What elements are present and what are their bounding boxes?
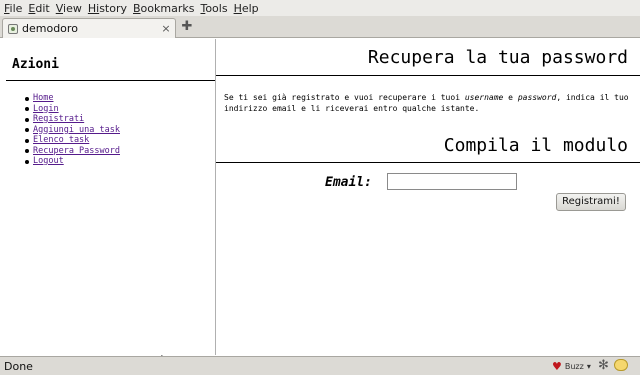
title-divider: [216, 75, 640, 76]
tab-title: demodoro: [22, 22, 78, 35]
nav-link-elenco-task[interactable]: Elenco task: [33, 135, 89, 145]
nav-item-recupera-password: Recupera Password: [25, 146, 120, 157]
menu-file-label: ile: [9, 1, 23, 15]
menu-file[interactable]: File: [4, 2, 22, 15]
chat-bubble-icon[interactable]: [614, 359, 628, 371]
menu-bar: File Edit View History Bookmarks Tools H…: [0, 0, 640, 16]
intro-text: Se ti sei già registrato e vuoi recupera…: [224, 93, 634, 114]
menu-bookmarks-label: ookmarks: [140, 1, 195, 15]
menu-view[interactable]: View: [56, 2, 82, 15]
new-tab-icon[interactable]: ✚: [180, 20, 194, 34]
tab-close-icon[interactable]: ×: [160, 22, 172, 35]
sidebar-divider: [6, 80, 215, 81]
chevron-down-icon: ▾: [586, 362, 591, 371]
nav-item-elenco-task: Elenco task: [25, 135, 120, 146]
buzz-widget[interactable]: ♥ Buzz ▾: [552, 360, 591, 373]
nav-link-recupera-password[interactable]: Recupera Password: [33, 146, 120, 156]
page-title: Recupera la tua password: [367, 47, 628, 68]
nav-item-login: Login: [25, 104, 120, 115]
intro-password: password: [517, 93, 557, 102]
page-content: Azioni Home Login Registrati Aggiungi un…: [0, 39, 640, 371]
menu-history-accel: Hi: [87, 1, 100, 15]
intro-part-a: Se ti sei già registrato e vuoi recupera…: [224, 93, 465, 102]
gear-icon[interactable]: ✻: [598, 358, 609, 373]
main-panel: Recupera la tua password Se ti sei già r…: [216, 39, 640, 355]
nav-link-login[interactable]: Login: [33, 104, 59, 114]
form-title: Compila il modulo: [443, 135, 628, 156]
menu-help[interactable]: Help: [234, 2, 259, 15]
intro-part-b: e: [503, 93, 518, 102]
nav-link-aggiungi-task[interactable]: Aggiungi una task: [33, 125, 120, 135]
menu-help-label: elp: [241, 1, 259, 15]
nav-link-registrati[interactable]: Registrati: [33, 114, 84, 124]
page-favicon-icon: [8, 23, 18, 34]
nav-item-logout: Logout: [25, 156, 120, 167]
status-text: Done: [4, 360, 33, 373]
menu-edit[interactable]: Edit: [28, 2, 49, 15]
nav-item-aggiungi-task: Aggiungi una task: [25, 125, 120, 136]
email-field[interactable]: [387, 173, 517, 190]
nav-item-home: Home: [25, 93, 120, 104]
intro-username: username: [464, 93, 504, 102]
heart-icon: ♥: [552, 360, 562, 373]
menu-history-label: story: [99, 1, 127, 15]
tab-demodoro[interactable]: demodoro ×: [2, 18, 176, 38]
menu-edit-label: dit: [35, 1, 50, 15]
menu-tools[interactable]: Tools: [200, 2, 227, 15]
nav-link-home[interactable]: Home: [33, 93, 53, 103]
sidebar-title: Azioni: [12, 57, 59, 72]
email-label: Email:: [325, 175, 372, 190]
submit-button[interactable]: Registrami!: [556, 193, 626, 211]
buzz-label: Buzz: [564, 362, 584, 371]
menu-view-label: iew: [63, 1, 82, 15]
nav-item-registrati: Registrati: [25, 114, 120, 125]
menu-view-accel: V: [55, 1, 64, 15]
sidebar: Azioni Home Login Registrati Aggiungi un…: [0, 39, 215, 355]
tab-bar: demodoro × ✚: [0, 16, 640, 38]
menu-bookmarks[interactable]: Bookmarks: [133, 2, 194, 15]
menu-help-accel: H: [233, 1, 242, 15]
menu-history[interactable]: History: [88, 2, 127, 15]
form-divider: [216, 162, 640, 163]
status-bar: Done ♥ Buzz ▾ ✻: [0, 356, 640, 375]
sidebar-nav: Home Login Registrati Aggiungi una task …: [25, 93, 120, 167]
menu-bookmarks-accel: B: [133, 1, 141, 15]
menu-tools-label: ools: [205, 1, 228, 15]
nav-link-logout[interactable]: Logout: [33, 156, 64, 166]
